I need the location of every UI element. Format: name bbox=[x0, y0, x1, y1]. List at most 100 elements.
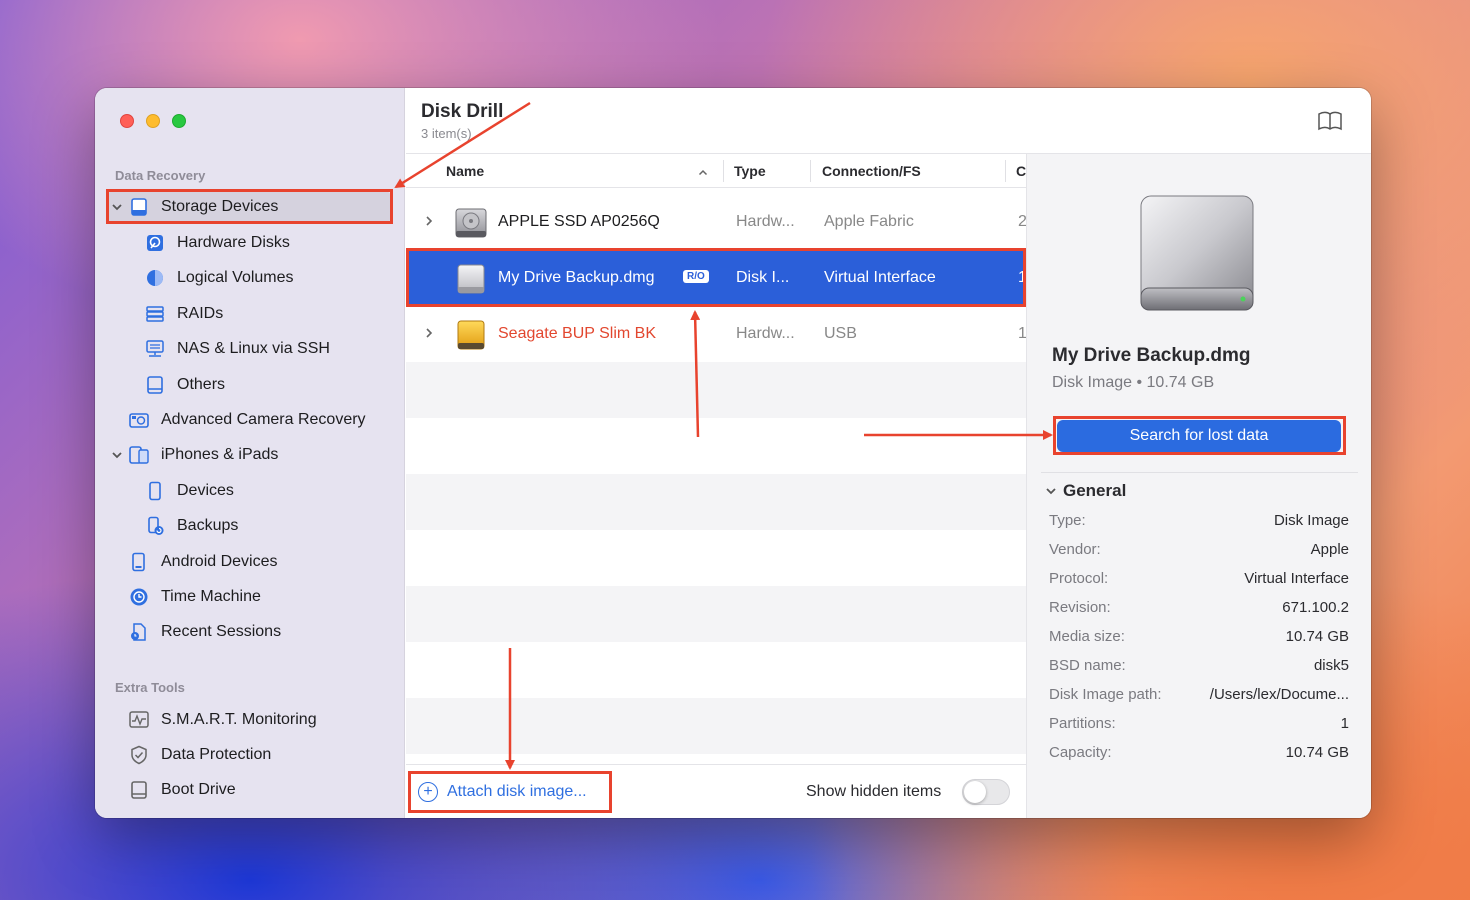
chevron-down-icon[interactable] bbox=[107, 201, 127, 213]
property-key: Protocol: bbox=[1049, 570, 1109, 587]
column-header-name[interactable]: Name bbox=[446, 163, 484, 179]
column-header-capacity[interactable]: C bbox=[1016, 163, 1026, 179]
property-row: Vendor: Apple bbox=[1049, 541, 1349, 558]
sidebar-item-label: Logical Volumes bbox=[177, 269, 294, 286]
sidebar-item-label: iPhones & iPads bbox=[161, 446, 279, 463]
property-value: /Users/lex/Docume... bbox=[1209, 686, 1349, 703]
property-key: BSD name: bbox=[1049, 657, 1126, 674]
chevron-down-icon[interactable] bbox=[107, 449, 127, 461]
plus-circle-icon: + bbox=[418, 782, 438, 802]
toggle-knob bbox=[964, 781, 986, 803]
property-value: disk5 bbox=[1313, 657, 1349, 674]
property-value: 671.100.2 bbox=[1282, 599, 1349, 616]
phone-backup-icon bbox=[143, 515, 167, 537]
section-extra-tools: Extra Tools bbox=[115, 680, 185, 695]
chevron-down-icon[interactable] bbox=[1045, 485, 1057, 497]
sidebar-item-devices[interactable]: Devices bbox=[107, 475, 391, 507]
empty-row bbox=[406, 698, 1026, 754]
sidebar-item-time-machine[interactable]: Time Machine bbox=[107, 581, 391, 613]
general-section-toggle[interactable]: General bbox=[1045, 481, 1126, 501]
sidebar-item-label: Storage Devices bbox=[161, 198, 279, 215]
sidebar-item-iphones-ipads[interactable]: iPhones & iPads bbox=[107, 439, 391, 471]
sidebar-item-hardware-disks[interactable]: Hardware Disks bbox=[107, 227, 391, 259]
close-button[interactable] bbox=[120, 114, 134, 128]
device-capacity: 2 bbox=[1018, 213, 1026, 230]
window-controls bbox=[120, 114, 186, 128]
sidebar-item-label: Devices bbox=[177, 482, 234, 499]
chevron-right-icon[interactable] bbox=[424, 214, 434, 230]
device-name: APPLE SSD AP0256Q bbox=[498, 213, 660, 230]
sidebar-item-advanced-camera[interactable]: Advanced Camera Recovery bbox=[107, 404, 391, 436]
property-row: Revision: 671.100.2 bbox=[1049, 599, 1349, 616]
property-key: Type: bbox=[1049, 512, 1086, 529]
device-connection: Virtual Interface bbox=[824, 269, 936, 286]
sidebar-item-label: Backups bbox=[177, 517, 239, 534]
sidebar-item-label: RAIDs bbox=[177, 305, 224, 322]
disk-drill-window: Data Recovery Storage Devices Hardware D… bbox=[95, 88, 1371, 818]
book-icon[interactable] bbox=[1317, 110, 1343, 137]
zoom-button[interactable] bbox=[172, 114, 186, 128]
selected-device-name: My Drive Backup.dmg bbox=[1052, 345, 1251, 366]
page-title: Disk Drill bbox=[421, 101, 504, 122]
table-row-selected[interactable]: My Drive Backup.dmg R/O Disk I... Virtua… bbox=[406, 250, 1026, 306]
minimize-button[interactable] bbox=[146, 114, 160, 128]
sidebar-item-boot-drive[interactable]: Boot Drive bbox=[107, 774, 391, 806]
column-separator bbox=[723, 160, 724, 182]
column-header-separator bbox=[1005, 160, 1006, 182]
sidebar: Data Recovery Storage Devices Hardware D… bbox=[95, 88, 405, 818]
property-value: Virtual Interface bbox=[1244, 570, 1349, 587]
property-value: 10.74 GB bbox=[1285, 628, 1349, 645]
property-value: Apple bbox=[1310, 541, 1349, 558]
sidebar-item-label: Data Protection bbox=[161, 746, 272, 763]
table-row[interactable]: APPLE SSD AP0256Q Hardw... Apple Fabric … bbox=[406, 194, 1026, 250]
sidebar-item-nas[interactable]: NAS & Linux via SSH bbox=[107, 333, 391, 365]
device-type: Hardw... bbox=[736, 325, 795, 342]
details-panel: My Drive Backup.dmg Disk Image • 10.74 G… bbox=[1026, 154, 1371, 818]
property-key: Disk Image path: bbox=[1049, 686, 1162, 703]
sort-chevron-up-icon[interactable] bbox=[698, 165, 708, 181]
chevron-right-icon[interactable] bbox=[424, 326, 434, 342]
section-data-recovery: Data Recovery bbox=[115, 168, 206, 183]
table-row[interactable]: Seagate BUP Slim BK Hardw... USB 1 bbox=[406, 306, 1026, 362]
empty-row bbox=[406, 474, 1026, 530]
device-connection: USB bbox=[824, 325, 857, 342]
sidebar-item-smart[interactable]: S.M.A.R.T. Monitoring bbox=[107, 704, 391, 736]
column-separator bbox=[810, 160, 811, 182]
sidebar-item-label: Time Machine bbox=[161, 588, 261, 605]
sidebar-item-others[interactable]: Others bbox=[107, 369, 391, 401]
sidebar-item-android[interactable]: Android Devices bbox=[107, 546, 391, 578]
property-row: BSD name: disk5 bbox=[1049, 657, 1349, 674]
device-name: My Drive Backup.dmg bbox=[498, 269, 655, 286]
empty-row bbox=[406, 642, 1026, 698]
divider bbox=[1041, 472, 1358, 473]
android-phone-icon bbox=[127, 551, 151, 573]
device-type: Disk I... bbox=[736, 269, 790, 286]
toolbar: Disk Drill 3 item(s) bbox=[406, 88, 1371, 154]
sidebar-item-logical-volumes[interactable]: Logical Volumes bbox=[107, 262, 391, 294]
sidebar-item-backups[interactable]: Backups bbox=[107, 510, 391, 542]
column-header-connection[interactable]: Connection/FS bbox=[822, 163, 921, 179]
table-header: Name Type Connection/FS C bbox=[406, 154, 1026, 188]
property-key: Vendor: bbox=[1049, 541, 1101, 558]
device-name: Seagate BUP Slim BK bbox=[498, 325, 657, 342]
sidebar-item-data-protection[interactable]: Data Protection bbox=[107, 739, 391, 771]
sidebar-item-storage-devices[interactable]: Storage Devices bbox=[107, 191, 391, 223]
sidebar-item-label: Android Devices bbox=[161, 553, 278, 570]
camera-icon bbox=[127, 409, 151, 431]
show-hidden-toggle[interactable] bbox=[962, 779, 1010, 805]
property-value: 1 bbox=[1340, 715, 1349, 732]
property-value: 10.74 GB bbox=[1285, 744, 1349, 761]
attach-label: Attach disk image... bbox=[447, 783, 587, 800]
device-type: Hardw... bbox=[736, 213, 795, 230]
sidebar-item-label: Others bbox=[177, 376, 226, 393]
sidebar-item-raids[interactable]: RAIDs bbox=[107, 298, 391, 330]
sidebar-item-recent-sessions[interactable]: Recent Sessions bbox=[107, 616, 391, 648]
column-header-type[interactable]: Type bbox=[734, 163, 766, 179]
selected-device-subtitle: Disk Image • 10.74 GB bbox=[1052, 374, 1215, 391]
property-row: Protocol: Virtual Interface bbox=[1049, 570, 1349, 587]
drive-icon bbox=[127, 196, 151, 218]
search-for-lost-data-button[interactable]: Search for lost data bbox=[1057, 420, 1341, 452]
property-key: Capacity: bbox=[1049, 744, 1112, 761]
attach-disk-image-button[interactable]: + Attach disk image... bbox=[418, 782, 587, 802]
external-drive-icon bbox=[454, 319, 488, 356]
